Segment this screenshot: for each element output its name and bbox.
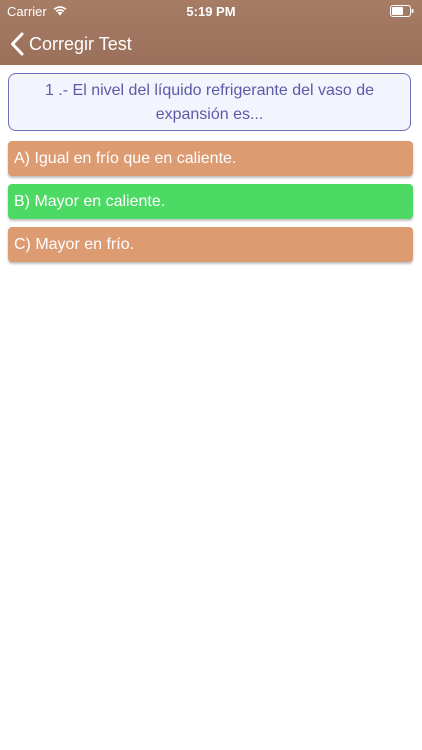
- answer-option-c[interactable]: C) Mayor en frío.: [8, 227, 413, 262]
- chevron-left-icon: [11, 32, 24, 56]
- status-time: 5:19 PM: [186, 4, 236, 19]
- back-button-label: Corregir Test: [29, 33, 132, 54]
- top-bar: Carrier 5:19 PM Corregir Test: [0, 0, 422, 65]
- answer-option-b-label: B) Mayor en caliente.: [14, 192, 166, 210]
- answer-option-a-label: A) Igual en frío que en caliente.: [14, 149, 237, 167]
- answer-option-b[interactable]: B) Mayor en caliente.: [8, 184, 413, 219]
- battery-icon: [390, 5, 414, 17]
- answer-option-a[interactable]: A) Igual en frío que en caliente.: [8, 141, 413, 176]
- navigation-bar: Corregir Test: [0, 22, 422, 65]
- back-button[interactable]: Corregir Test: [10, 30, 132, 58]
- status-bar: Carrier 5:19 PM: [0, 0, 422, 22]
- answer-option-c-label: C) Mayor en frío.: [14, 235, 135, 253]
- question-text: 1 .- El nivel del líquido refrigerante d…: [8, 73, 411, 131]
